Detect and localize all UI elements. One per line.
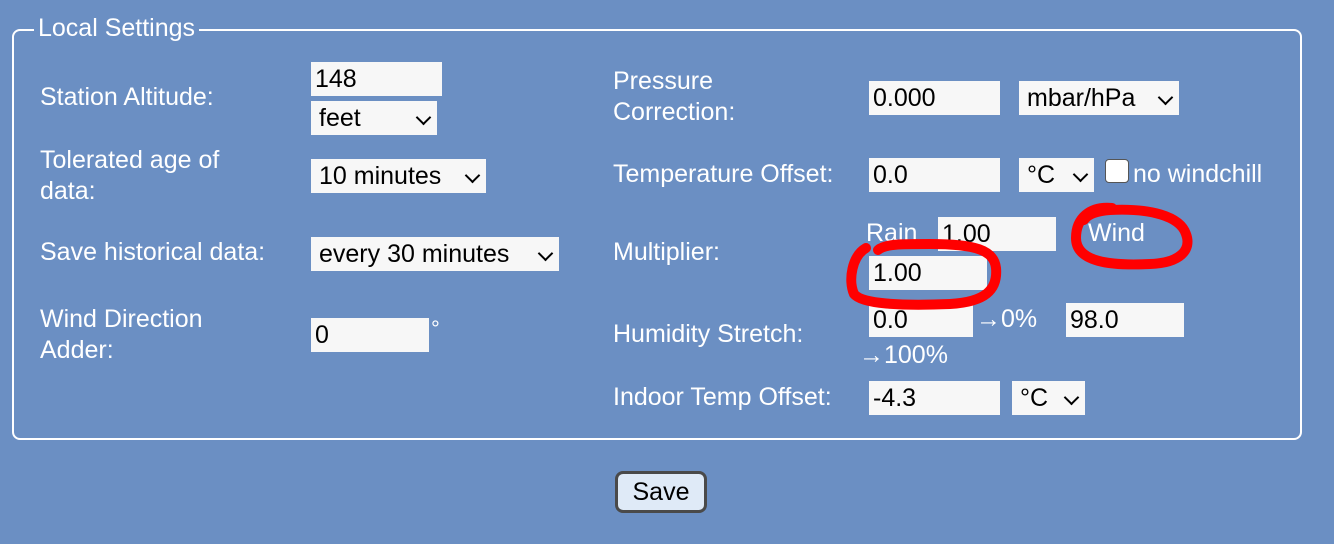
annotation-circle-wind-label bbox=[1071, 202, 1193, 270]
annotation-circle-wind-input bbox=[846, 239, 1002, 310]
save-button[interactable]: Save bbox=[615, 471, 707, 513]
annotation-overlay bbox=[846, 202, 1193, 310]
